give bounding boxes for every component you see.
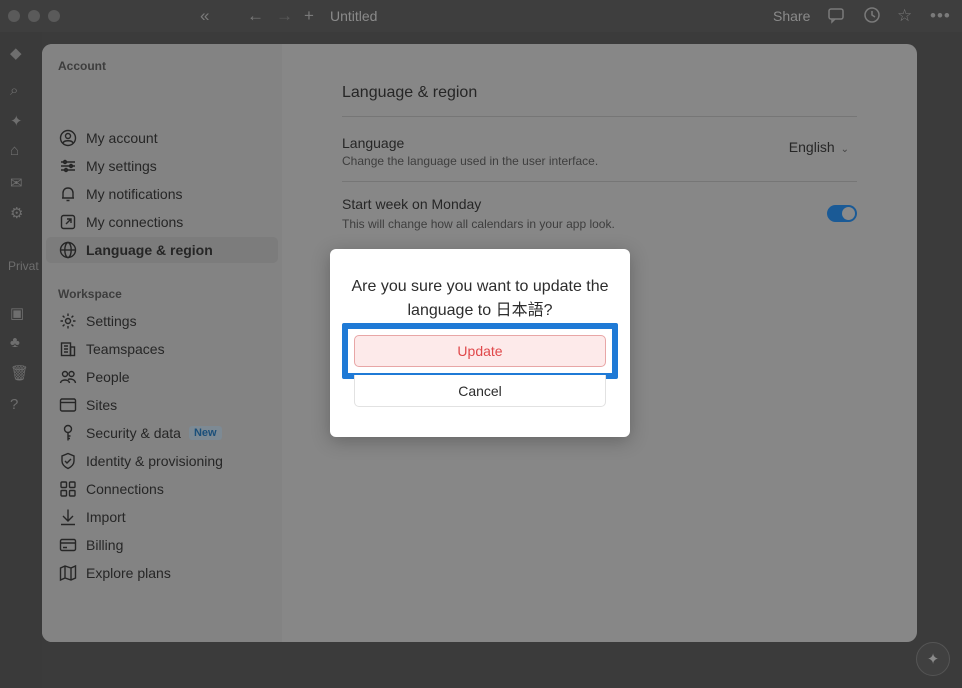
week-row-title: Start week on Monday: [342, 196, 482, 212]
dialog-message: Are you sure you want to update the lang…: [351, 278, 609, 319]
settings-nav: Account My account My settings My notifi…: [42, 44, 282, 642]
nav-item-label: My notifications: [86, 186, 183, 202]
minimize-window-button[interactable]: [28, 10, 40, 22]
key-icon: [58, 423, 78, 443]
credit-card-icon: [58, 535, 78, 555]
week-row-description: This will change how all calendars in yo…: [342, 217, 615, 231]
language-select-value: English: [788, 139, 835, 155]
nav-item-label: Connections: [86, 481, 164, 497]
bell-icon: [58, 184, 78, 204]
close-window-button[interactable]: [8, 10, 20, 22]
page-title: Untitled: [330, 8, 378, 24]
nav-item-security-data[interactable]: Security & data New: [46, 420, 278, 446]
back-arrow-icon[interactable]: ←: [247, 6, 264, 26]
section-title: Language & region: [342, 84, 478, 101]
language-row-description: Change the language used in the user int…: [342, 154, 599, 168]
people-icon: [58, 367, 78, 387]
comments-icon[interactable]: [827, 6, 845, 29]
new-badge: New: [188, 426, 222, 440]
nav-item-sites[interactable]: Sites: [46, 392, 278, 418]
collapse-sidebar-icon[interactable]: «: [200, 6, 209, 26]
chevron-down-icon: ⌄: [840, 144, 849, 155]
nav-item-label: Import: [86, 509, 126, 525]
sliders-icon: [58, 156, 78, 176]
divider: [342, 181, 857, 182]
zoom-window-button[interactable]: [48, 10, 60, 22]
settings-gear-icon[interactable]: ⚙: [10, 204, 23, 222]
new-page-icon[interactable]: +: [304, 6, 314, 26]
workspace-section-label: Workspace: [58, 287, 122, 301]
map-icon: [58, 563, 78, 583]
start-week-monday-toggle[interactable]: [827, 205, 857, 222]
nav-item-settings[interactable]: Settings: [46, 308, 278, 334]
nav-item-label: Explore plans: [86, 565, 171, 581]
nav-item-explore-plans[interactable]: Explore plans: [46, 560, 278, 586]
nav-item-connections[interactable]: Connections: [46, 476, 278, 502]
language-row-title: Language: [342, 135, 405, 151]
nav-item-my-notifications[interactable]: My notifications: [46, 181, 278, 207]
nav-item-label: My settings: [86, 158, 157, 174]
nav-item-label: Identity & provisioning: [86, 453, 223, 469]
nav-item-label: Billing: [86, 537, 124, 553]
update-button[interactable]: Update: [354, 335, 606, 367]
nav-item-label: My account: [86, 130, 158, 146]
nav-item-people[interactable]: People: [46, 364, 278, 390]
ai-assistant-button[interactable]: ✦: [916, 642, 950, 676]
window-titlebar: « ← → + Untitled Share ☆ •••: [0, 0, 962, 32]
nav-item-label: Teamspaces: [86, 341, 165, 357]
app-sidebar: ◆ ⌕ ✦ ⌂ ✉ ⚙ Privat ▣ ♣ 🗑 ?: [0, 32, 42, 688]
sparkle-icon: ✦: [926, 651, 940, 668]
nav-item-identity-provisioning[interactable]: Identity & provisioning: [46, 448, 278, 474]
nav-item-label: Security & data: [86, 425, 181, 441]
nav-item-label: People: [86, 369, 130, 385]
more-options-icon[interactable]: •••: [930, 6, 951, 26]
user-circle-icon: [58, 128, 78, 148]
nav-item-label: Sites: [86, 397, 118, 413]
forward-arrow-icon[interactable]: →: [276, 6, 293, 26]
calendar-icon[interactable]: ▣: [10, 304, 24, 322]
building-icon: [58, 339, 78, 359]
nav-item-import[interactable]: Import: [46, 504, 278, 530]
nav-item-my-account[interactable]: My account: [46, 125, 278, 151]
divider: [342, 116, 857, 117]
external-link-icon: [58, 212, 78, 232]
nav-item-label: My connections: [86, 214, 184, 230]
shield-check-icon: [58, 451, 78, 471]
globe-icon: [58, 240, 78, 260]
language-select[interactable]: English ⌄: [789, 139, 849, 155]
nav-item-billing[interactable]: Billing: [46, 532, 278, 558]
history-icon[interactable]: [863, 6, 881, 29]
workspace-avatar-icon[interactable]: ◆: [10, 44, 22, 62]
home-icon[interactable]: ⌂: [10, 142, 19, 159]
search-icon[interactable]: ⌕: [10, 82, 18, 99]
grid-icon: [58, 479, 78, 499]
templates-icon[interactable]: ♣: [10, 334, 20, 351]
account-section-label: Account: [58, 59, 106, 73]
help-icon[interactable]: ?: [10, 396, 18, 413]
browser-window-icon: [58, 395, 78, 415]
nav-item-teamspaces[interactable]: Teamspaces: [46, 336, 278, 362]
private-section-label: Privat: [8, 259, 39, 273]
cancel-button[interactable]: Cancel: [354, 375, 606, 407]
ai-sparkle-icon[interactable]: ✦: [10, 112, 23, 130]
share-button[interactable]: Share: [773, 8, 810, 24]
nav-item-label: Language & region: [86, 242, 213, 258]
favorite-star-icon[interactable]: ☆: [897, 6, 912, 26]
inbox-icon[interactable]: ✉: [10, 174, 23, 192]
trash-icon[interactable]: 🗑: [10, 364, 29, 382]
download-arrow-icon: [58, 507, 78, 527]
gear-icon: [58, 311, 78, 331]
nav-item-my-settings[interactable]: My settings: [46, 153, 278, 179]
nav-item-language-region[interactable]: Language & region: [46, 237, 278, 263]
nav-item-my-connections[interactable]: My connections: [46, 209, 278, 235]
nav-item-label: Settings: [86, 313, 137, 329]
